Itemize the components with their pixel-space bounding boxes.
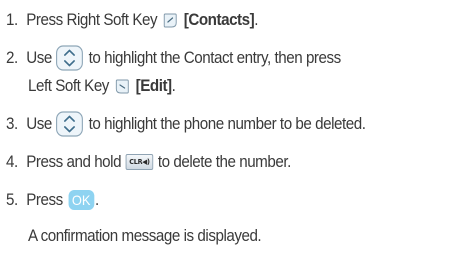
step-5: 5. Press OK. <box>6 190 99 210</box>
step-text: Press and hold <box>26 152 122 171</box>
step-number: 1. <box>6 10 18 29</box>
clr-key-icon: CLR◀) <box>125 154 154 170</box>
step-text: Use <box>26 48 52 67</box>
step-text: to highlight the Contact entry, then pre… <box>88 48 342 67</box>
step-text: Press <box>26 190 63 209</box>
step-text: Left Soft Key <box>28 76 109 95</box>
step-number: 3. <box>6 114 18 133</box>
softkey-label: [Edit] <box>135 76 172 95</box>
step-2: 2. Use to highlight the Contact entry, t… <box>6 44 341 72</box>
ok-key-icon: OK <box>68 190 95 210</box>
step-4: 4. Press and hold CLR◀) to delete the nu… <box>6 148 291 176</box>
left-soft-key-icon <box>115 79 129 93</box>
step-1: 1. Press Right Soft Key [Contacts]. <box>6 10 259 29</box>
step-text: Use <box>26 114 52 133</box>
navigation-key-icon <box>55 45 83 71</box>
softkey-label: [Contacts] <box>183 10 255 29</box>
step-text: to highlight the phone number to be dele… <box>88 114 366 133</box>
step-number: 4. <box>6 152 18 171</box>
step-text: to delete the number. <box>157 152 291 171</box>
step-number: 5. <box>6 190 18 209</box>
step-2-continued: Left Soft Key [Edit]. <box>28 76 176 95</box>
confirmation-note: A confirmation message is displayed. <box>28 226 262 245</box>
step-5-note: A confirmation message is displayed. <box>28 222 262 250</box>
right-soft-key-icon <box>163 13 177 27</box>
step-text: Press Right Soft Key <box>26 10 158 29</box>
step-3: 3. Use to highlight the phone number to … <box>6 110 366 138</box>
step-number: 2. <box>6 48 18 67</box>
navigation-key-icon <box>55 111 83 137</box>
